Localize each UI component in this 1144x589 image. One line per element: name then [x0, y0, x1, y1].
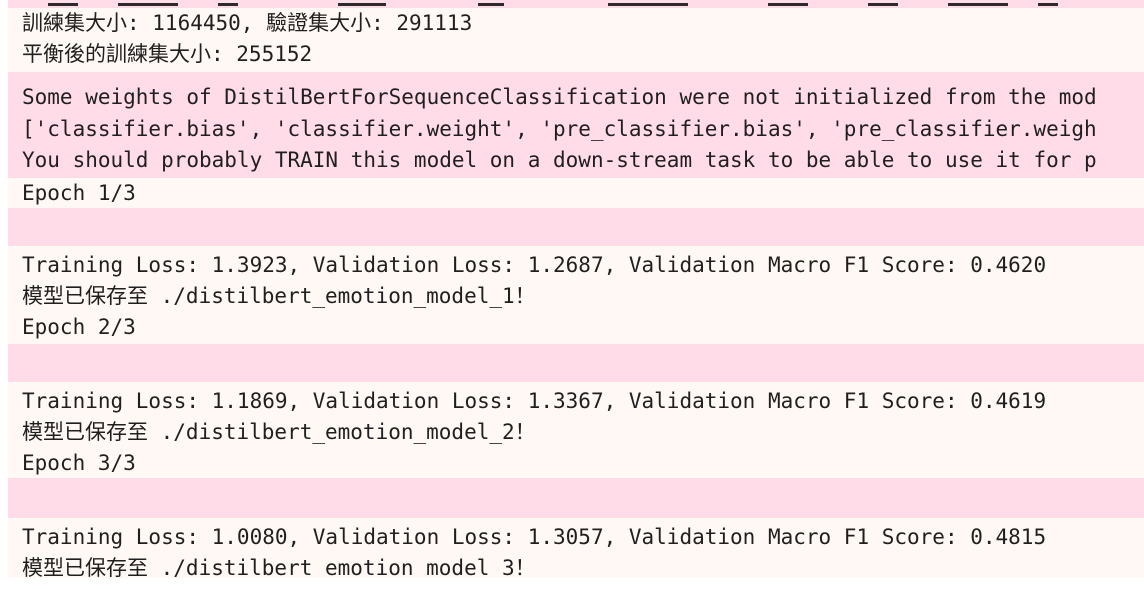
balanced-train-size-line: 平衡後的訓練集大小: 255152 — [22, 42, 313, 66]
epoch-header: Epoch 1/3 — [22, 181, 136, 205]
progress-output — [8, 344, 1144, 382]
warning-line-1: Some weights of DistilBertForSequenceCla… — [22, 85, 1097, 109]
dataset-size-output: 訓練集大小: 1164450, 驗證集大小: 291113 平衡後的訓練集大小:… — [8, 8, 1144, 72]
epoch-result-block: Training Loss: 1.3923, Validation Loss: … — [8, 246, 1144, 344]
epoch-result-block: Training Loss: 1.0080, Validation Loss: … — [8, 518, 1144, 578]
bottom-margin — [0, 578, 1144, 589]
clipped-previous-output — [8, 0, 1144, 8]
epoch-metrics: Training Loss: 1.0080, Validation Loss: … — [22, 525, 1047, 549]
model-init-warning: Some weights of DistilBertForSequenceCla… — [8, 72, 1144, 178]
progress-output — [8, 478, 1144, 518]
epoch-metrics: Training Loss: 1.3923, Validation Loss: … — [22, 253, 1047, 277]
progress-output — [8, 208, 1144, 246]
epoch-header-block: Epoch 1/3 — [8, 178, 1144, 208]
model-saved-message: 模型已保存至 ./distilbert_emotion_model_3！ — [22, 556, 536, 578]
epoch-result-block: Training Loss: 1.1869, Validation Loss: … — [8, 382, 1144, 478]
train-valid-size-line: 訓練集大小: 1164450, 驗證集大小: 291113 — [22, 11, 473, 35]
epoch-header: Epoch 2/3 — [22, 315, 136, 339]
epoch-metrics: Training Loss: 1.1869, Validation Loss: … — [22, 389, 1047, 413]
epoch-header: Epoch 3/3 — [22, 451, 136, 475]
model-saved-message: 模型已保存至 ./distilbert_emotion_model_1！ — [22, 284, 536, 308]
warning-line-3: You should probably TRAIN this model on … — [22, 148, 1097, 172]
notebook-cell-output: 訓練集大小: 1164450, 驗證集大小: 291113 平衡後的訓練集大小:… — [8, 0, 1144, 578]
model-saved-message: 模型已保存至 ./distilbert_emotion_model_2！ — [22, 420, 536, 444]
warning-line-2: ['classifier.bias', 'classifier.weight',… — [22, 117, 1097, 141]
